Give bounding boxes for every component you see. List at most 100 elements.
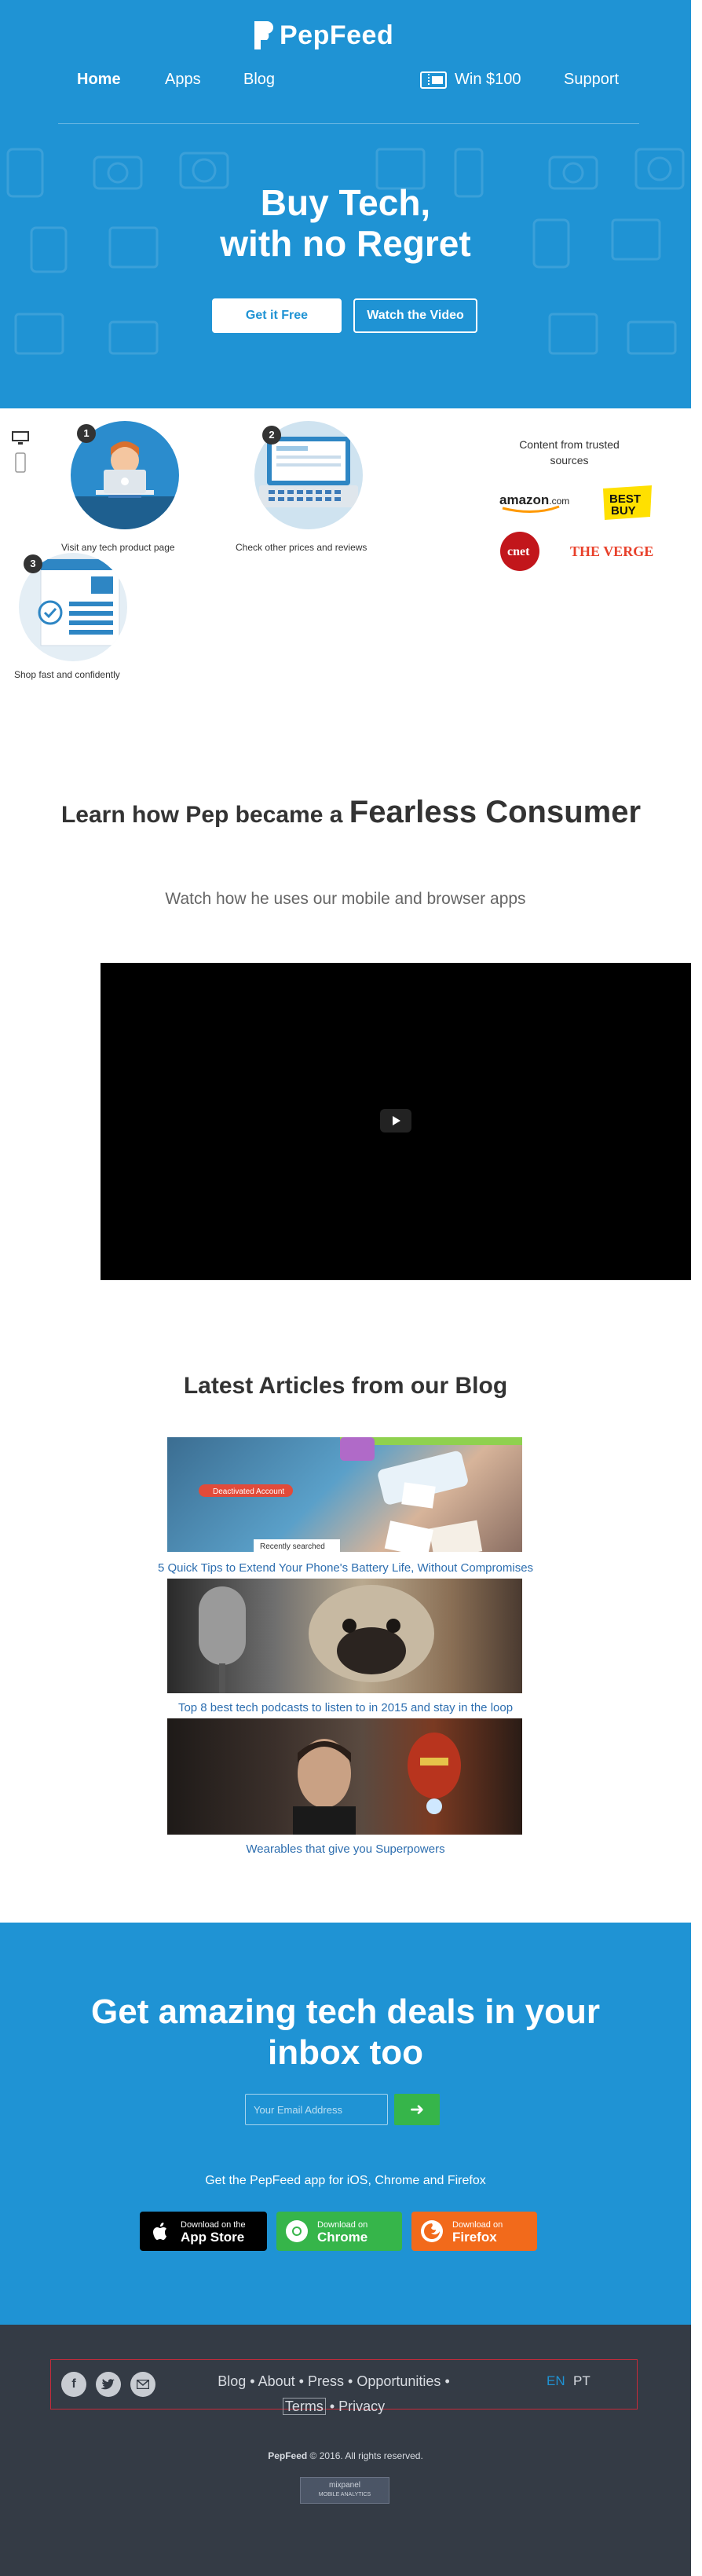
mixpanel-badge[interactable]: mixpanel MOBILE ANALYTICS [300,2477,389,2504]
nav-home[interactable]: Home [77,71,121,89]
article-2-link[interactable]: Top 8 best tech podcasts to listen to in… [0,1701,691,1714]
chrome-big: Chrome [317,2230,368,2245]
pepfeed-logo[interactable]: PepFeed [251,16,393,55]
firefox-icon [421,2220,443,2242]
email-icon[interactable] [130,2372,155,2397]
nav-win-label: Win $100 [455,71,521,88]
footer-separator: • [329,2399,335,2414]
apple-icon [153,2223,166,2240]
get-it-free-button[interactable]: Get it Free [212,298,342,333]
main-nav: Home Apps Blog Win $100 Support [0,71,691,94]
app-store-big: App Store [181,2230,245,2245]
nav-win[interactable]: Win $100 [420,71,521,89]
pepfeed-logo-icon [254,21,273,49]
nav-divider [58,123,639,124]
step-3-number: 3 [24,554,42,573]
footer-separator: • [250,2373,255,2389]
app-store-button[interactable]: Download on the App Store [140,2212,267,2251]
email-submit-button[interactable]: ➜ [394,2094,440,2125]
cnet-logo: cnet [500,532,539,571]
desktop-icon[interactable] [11,430,30,446]
svg-text:cnet: cnet [507,545,530,558]
footer-separator: • [348,2373,353,2389]
device-toggle [11,430,31,473]
twitter-icon[interactable] [96,2372,121,2397]
page: PepFeed Home Apps Blog Win $100 Support … [0,0,702,2576]
nav-support[interactable]: Support [564,71,619,89]
watch-video-button[interactable]: Watch the Video [353,298,477,333]
mixpanel-badge-name: mixpanel [328,2481,361,2490]
apps-promo-text: Get the PepFeed app for iOS, Chrome and … [205,2174,486,2187]
footer-link-about[interactable]: About [258,2373,295,2389]
blog-section-title: Latest Articles from our Blog [183,1373,508,1399]
step-3-caption: Shop fast and confidently [14,669,120,680]
copyright-brand: PepFeed [268,2450,308,2461]
gadget-pattern-background [6,148,685,355]
step-1-caption: Visit any tech product page [61,542,175,553]
facebook-icon[interactable]: f [61,2372,86,2397]
hero-title-line2: with no Regret [220,223,471,264]
step-2-caption: Check other prices and reviews [236,542,367,553]
ticket-icon [420,71,447,89]
article-1-image[interactable]: Deactivated Account Recently searched [167,1437,522,1552]
article-1-tag: Deactivated Account [213,1487,284,1496]
newsletter-title-line1: Get amazing tech deals in your [91,1992,600,2031]
article-3-link[interactable]: Wearables that give you Superpowers [0,1842,691,1856]
trusted-sources-title: Content from trusted sources [519,438,620,467]
footer-link-press[interactable]: Press [308,2373,344,2389]
firefox-big: Firefox [452,2230,497,2245]
svg-text:BUY: BUY [611,504,636,518]
newsletter-title: Get amazing tech deals in your inbox too [0,1992,691,2073]
hero-section: PepFeed Home Apps Blog Win $100 Support … [0,0,691,408]
bestbuy-logo: BEST BUY [603,485,652,520]
footer-links: Blog • About • Press • Opportunities • T… [188,2369,479,2419]
arrow-right-icon: ➜ [409,2099,425,2120]
footer-link-opportunities[interactable]: Opportunities [356,2373,441,2389]
language-pt[interactable]: PT [573,2373,590,2389]
chrome-text: Download on Chrome [317,2219,367,2244]
amazon-logo: amazon.com [499,492,569,514]
nav-apps[interactable]: Apps [165,71,201,89]
footer-separator: • [444,2373,450,2389]
app-store-text: Download on the App Store [181,2219,246,2244]
step-1-number: 1 [77,424,96,443]
footer-link-terms[interactable]: Terms [282,2398,326,2415]
footer-link-blog[interactable]: Blog [218,2373,246,2389]
step-2-number: 2 [262,426,281,445]
footer-separator: • [298,2373,304,2389]
firefox-button[interactable]: Download on Firefox [411,2212,537,2251]
video-player[interactable] [101,963,691,1280]
article-1-link[interactable]: 5 Quick Tips to Extend Your Phone's Batt… [0,1561,691,1575]
mixpanel-badge-subtitle: MOBILE ANALYTICS [318,2492,371,2497]
footer-link-privacy[interactable]: Privacy [338,2399,385,2414]
chrome-button[interactable]: Download on Chrome [276,2212,402,2251]
learn-subtitle: Watch how he uses our mobile and browser… [165,890,526,908]
step-1: 1 Visit any tech product page [61,421,228,562]
svg-text:amazon.com: amazon.com [499,492,569,507]
footer: f Blog • About • Press • Opportunities •… [0,2325,691,2576]
step-2: 2 Check other prices and reviews [236,421,411,562]
learn-heading-highlight: Fearless Consumer [349,795,642,829]
learn-heading-prefix: Learn how Pep became a [60,802,343,828]
nav-blog[interactable]: Blog [243,71,275,89]
language-en[interactable]: EN [547,2373,565,2389]
mobile-icon[interactable] [11,452,30,473]
hero-title: Buy Tech, with no Regret [0,182,691,264]
article-3-image[interactable] [167,1718,522,1835]
copyright-text: © 2016. All rights reserved. [309,2450,423,2461]
firefox-text: Download on Firefox [452,2219,503,2244]
chrome-icon [286,2220,308,2242]
the-verge-logo: THE VERGE [570,543,653,559]
email-input[interactable] [245,2094,388,2125]
logo-text: PepFeed [280,20,394,50]
svg-text:THE VERGE: THE VERGE [570,543,653,559]
hero-title-line1: Buy Tech, [260,182,431,223]
newsletter-title-line2: inbox too [268,2033,423,2072]
copyright: PepFeed © 2016. All rights reserved. [0,2450,691,2461]
play-icon[interactable] [380,1109,411,1132]
newsletter-section: Get amazing tech deals in your inbox too… [0,1923,691,2325]
article-1-caption: Recently searched [260,1542,325,1551]
step-3: 3 Shop fast and confidently [14,553,176,694]
article-2-image[interactable] [167,1579,522,1693]
learn-heading: Learn how Pep became a Fearless Consumer [0,795,702,830]
